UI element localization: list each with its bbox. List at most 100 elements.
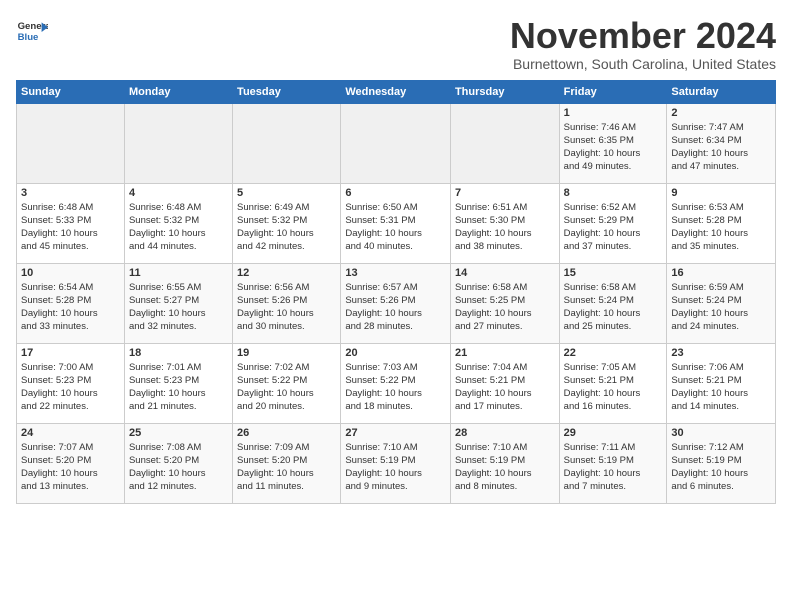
calendar-cell: 17Sunrise: 7:00 AM Sunset: 5:23 PM Dayli…: [17, 343, 125, 423]
day-info: Sunrise: 7:47 AM Sunset: 6:34 PM Dayligh…: [671, 121, 771, 174]
day-info: Sunrise: 7:09 AM Sunset: 5:20 PM Dayligh…: [237, 441, 336, 494]
calendar-cell: 8 Sunrise: 6:52 AM Sunset: 5:29 PM Daylig…: [559, 183, 667, 263]
calendar-week-row: 24 Sunrise: 7:07 AM Sunset: 5:20 PM Dayli…: [17, 423, 776, 503]
calendar-cell: 4 Sunrise: 6:48 AM Sunset: 5:32 PM Daylig…: [124, 183, 232, 263]
day-info: Sunrise: 7:00 AM Sunset: 5:23 PM Dayligh…: [21, 361, 120, 414]
day-number: 13: [345, 267, 446, 279]
day-info: Sunrise: 7:46 AM Sunset: 6:35 PM Dayligh…: [564, 121, 663, 174]
day-number: 15: [564, 267, 663, 279]
day-number: 28: [455, 427, 555, 439]
calendar-cell: 29 Sunrise: 7:11 AM Sunset: 5:19 PM Dayli…: [559, 423, 667, 503]
day-number: 11: [129, 267, 228, 279]
day-of-week-header: Tuesday: [233, 80, 341, 103]
calendar-cell: 22 Sunrise: 7:05 AM Sunset: 5:21 PM Dayli…: [559, 343, 667, 423]
calendar-cell: 24 Sunrise: 7:07 AM Sunset: 5:20 PM Dayli…: [17, 423, 125, 503]
title-block: November 2024 Burnettown, South Carolina…: [510, 16, 776, 72]
calendar-cell: 7 Sunrise: 6:51 AM Sunset: 5:30 PM Daylig…: [450, 183, 559, 263]
day-number: 12: [237, 267, 336, 279]
day-number: 16: [671, 267, 771, 279]
day-number: 4: [129, 187, 228, 199]
day-info: Sunrise: 6:49 AM Sunset: 5:32 PM Dayligh…: [237, 201, 336, 254]
day-number: 27: [345, 427, 446, 439]
day-of-week-header: Saturday: [667, 80, 776, 103]
day-number: 30: [671, 427, 771, 439]
calendar-cell: 21Sunrise: 7:04 AM Sunset: 5:21 PM Dayli…: [450, 343, 559, 423]
calendar-cell: 13 Sunrise: 6:57 AM Sunset: 5:26 PM Dayli…: [341, 263, 451, 343]
calendar-cell: [450, 103, 559, 183]
day-number: 6: [345, 187, 446, 199]
calendar-header-row: SundayMondayTuesdayWednesdayThursdayFrid…: [17, 80, 776, 103]
day-info: Sunrise: 6:52 AM Sunset: 5:29 PM Dayligh…: [564, 201, 663, 254]
month-title: November 2024: [510, 16, 776, 56]
day-of-week-header: Friday: [559, 80, 667, 103]
day-info: Sunrise: 7:08 AM Sunset: 5:20 PM Dayligh…: [129, 441, 228, 494]
calendar-cell: 15Sunrise: 6:58 AM Sunset: 5:24 PM Dayli…: [559, 263, 667, 343]
day-number: 2: [671, 107, 771, 119]
day-number: 7: [455, 187, 555, 199]
calendar-cell: 6 Sunrise: 6:50 AM Sunset: 5:31 PM Daylig…: [341, 183, 451, 263]
day-info: Sunrise: 6:57 AM Sunset: 5:26 PM Dayligh…: [345, 281, 446, 334]
day-of-week-header: Sunday: [17, 80, 125, 103]
calendar-cell: 3Sunrise: 6:48 AM Sunset: 5:33 PM Daylig…: [17, 183, 125, 263]
calendar-cell: [341, 103, 451, 183]
calendar-cell: [124, 103, 232, 183]
day-info: Sunrise: 7:05 AM Sunset: 5:21 PM Dayligh…: [564, 361, 663, 414]
day-number: 10: [21, 267, 120, 279]
day-number: 25: [129, 427, 228, 439]
calendar-cell: 25 Sunrise: 7:08 AM Sunset: 5:20 PM Dayli…: [124, 423, 232, 503]
day-info: Sunrise: 6:59 AM Sunset: 5:24 PM Dayligh…: [671, 281, 771, 334]
logo: General Blue: [16, 16, 48, 48]
calendar-week-row: 10 Sunrise: 6:54 AM Sunset: 5:28 PM Dayli…: [17, 263, 776, 343]
day-info: Sunrise: 7:03 AM Sunset: 5:22 PM Dayligh…: [345, 361, 446, 414]
calendar-cell: 11 Sunrise: 6:55 AM Sunset: 5:27 PM Dayli…: [124, 263, 232, 343]
day-info: Sunrise: 6:56 AM Sunset: 5:26 PM Dayligh…: [237, 281, 336, 334]
day-number: 14: [455, 267, 555, 279]
day-number: 18: [129, 347, 228, 359]
day-info: Sunrise: 6:53 AM Sunset: 5:28 PM Dayligh…: [671, 201, 771, 254]
day-info: Sunrise: 6:50 AM Sunset: 5:31 PM Dayligh…: [345, 201, 446, 254]
calendar-cell: 30 Sunrise: 7:12 AM Sunset: 5:19 PM Dayli…: [667, 423, 776, 503]
day-number: 19: [237, 347, 336, 359]
day-number: 24: [21, 427, 120, 439]
calendar-week-row: 3Sunrise: 6:48 AM Sunset: 5:33 PM Daylig…: [17, 183, 776, 263]
calendar-cell: 2 Sunrise: 7:47 AM Sunset: 6:34 PM Daylig…: [667, 103, 776, 183]
calendar-cell: 12 Sunrise: 6:56 AM Sunset: 5:26 PM Dayli…: [233, 263, 341, 343]
day-number: 8: [564, 187, 663, 199]
calendar-cell: 18 Sunrise: 7:01 AM Sunset: 5:23 PM Dayli…: [124, 343, 232, 423]
day-info: Sunrise: 7:11 AM Sunset: 5:19 PM Dayligh…: [564, 441, 663, 494]
calendar-cell: 20 Sunrise: 7:03 AM Sunset: 5:22 PM Dayli…: [341, 343, 451, 423]
day-number: 1: [564, 107, 663, 119]
calendar-cell: 10 Sunrise: 6:54 AM Sunset: 5:28 PM Dayli…: [17, 263, 125, 343]
calendar-cell: 26 Sunrise: 7:09 AM Sunset: 5:20 PM Dayli…: [233, 423, 341, 503]
day-info: Sunrise: 6:58 AM Sunset: 5:25 PM Dayligh…: [455, 281, 555, 334]
calendar-week-row: 1 Sunrise: 7:46 AM Sunset: 6:35 PM Daylig…: [17, 103, 776, 183]
day-of-week-header: Wednesday: [341, 80, 451, 103]
day-info: Sunrise: 7:01 AM Sunset: 5:23 PM Dayligh…: [129, 361, 228, 414]
day-info: Sunrise: 6:51 AM Sunset: 5:30 PM Dayligh…: [455, 201, 555, 254]
day-info: Sunrise: 6:48 AM Sunset: 5:32 PM Dayligh…: [129, 201, 228, 254]
location: Burnettown, South Carolina, United State…: [510, 56, 776, 72]
day-info: Sunrise: 6:48 AM Sunset: 5:33 PM Dayligh…: [21, 201, 120, 254]
day-info: Sunrise: 7:07 AM Sunset: 5:20 PM Dayligh…: [21, 441, 120, 494]
day-number: 26: [237, 427, 336, 439]
svg-text:Blue: Blue: [18, 32, 39, 43]
day-number: 9: [671, 187, 771, 199]
day-number: 29: [564, 427, 663, 439]
calendar-cell: 27Sunrise: 7:10 AM Sunset: 5:19 PM Dayli…: [341, 423, 451, 503]
day-info: Sunrise: 7:10 AM Sunset: 5:19 PM Dayligh…: [455, 441, 555, 494]
page-header: General Blue November 2024 Burnettown, S…: [16, 16, 776, 72]
calendar-cell: 16 Sunrise: 6:59 AM Sunset: 5:24 PM Dayli…: [667, 263, 776, 343]
calendar-week-row: 17Sunrise: 7:00 AM Sunset: 5:23 PM Dayli…: [17, 343, 776, 423]
logo-icon: General Blue: [16, 16, 48, 48]
calendar-cell: 28 Sunrise: 7:10 AM Sunset: 5:19 PM Dayli…: [450, 423, 559, 503]
day-info: Sunrise: 6:55 AM Sunset: 5:27 PM Dayligh…: [129, 281, 228, 334]
calendar-cell: 9 Sunrise: 6:53 AM Sunset: 5:28 PM Daylig…: [667, 183, 776, 263]
day-number: 22: [564, 347, 663, 359]
day-number: 20: [345, 347, 446, 359]
day-info: Sunrise: 6:54 AM Sunset: 5:28 PM Dayligh…: [21, 281, 120, 334]
day-number: 23: [671, 347, 771, 359]
day-info: Sunrise: 7:04 AM Sunset: 5:21 PM Dayligh…: [455, 361, 555, 414]
day-info: Sunrise: 7:06 AM Sunset: 5:21 PM Dayligh…: [671, 361, 771, 414]
calendar-cell: 1 Sunrise: 7:46 AM Sunset: 6:35 PM Daylig…: [559, 103, 667, 183]
day-info: Sunrise: 7:12 AM Sunset: 5:19 PM Dayligh…: [671, 441, 771, 494]
